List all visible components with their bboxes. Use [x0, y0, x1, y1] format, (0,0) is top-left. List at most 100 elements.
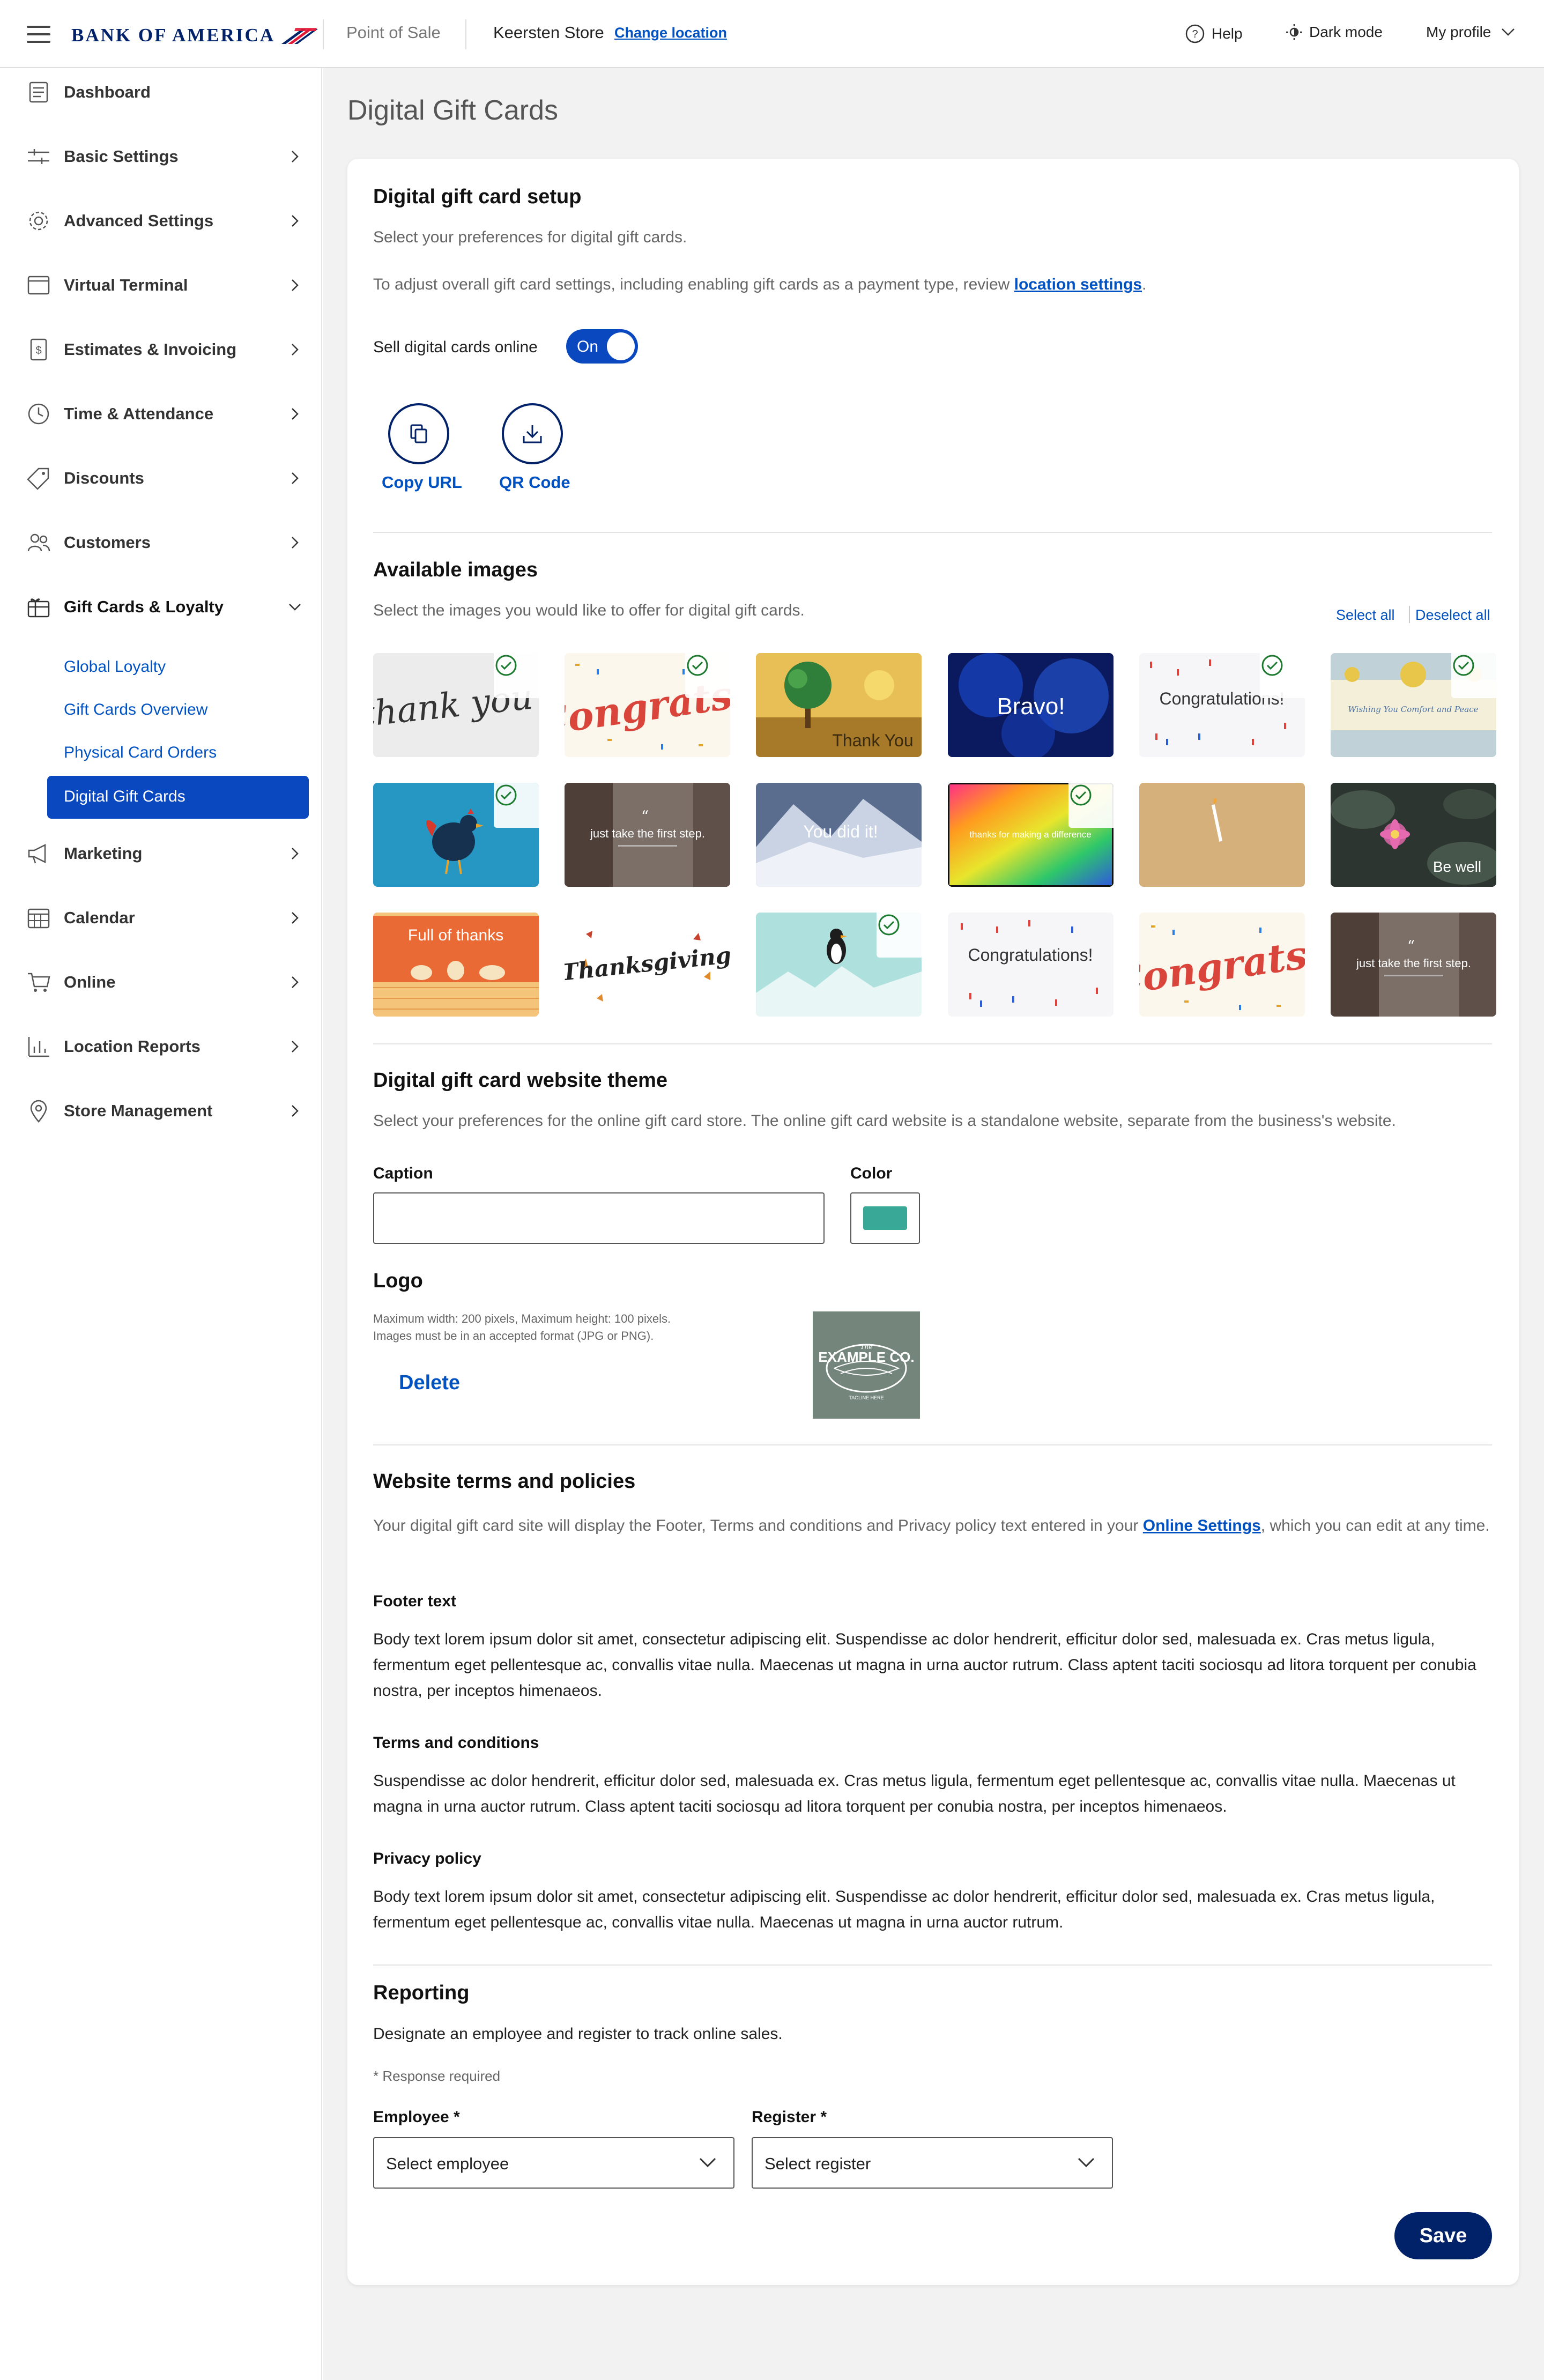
- megaphone-icon: [25, 840, 53, 868]
- location-settings-link[interactable]: location settings: [1014, 276, 1142, 293]
- chevron-down-icon: [1502, 28, 1515, 36]
- sidebar-item-calendar[interactable]: Calendar: [0, 894, 322, 942]
- change-location-link[interactable]: Change location: [614, 25, 727, 41]
- save-button[interactable]: Save: [1394, 2212, 1492, 2259]
- chevron-right-icon: [292, 1041, 299, 1052]
- sidebar-item-location-reports[interactable]: Location Reports: [0, 1022, 322, 1071]
- sidebar-item-advanced-settings[interactable]: Advanced Settings: [0, 197, 322, 245]
- logo-text-tagline: TAGLINE HERE: [849, 1395, 884, 1400]
- sidebar-item-label: Dashboard: [64, 83, 151, 101]
- qr-code-label[interactable]: QR Code: [499, 473, 570, 492]
- gift-image-tile[interactable]: Bravo!: [948, 653, 1114, 757]
- sidebar-subitem-gift-cards-overview[interactable]: Gift Cards Overview: [64, 701, 207, 719]
- employee-select[interactable]: Select employee: [373, 2137, 734, 2189]
- gift-image-tile[interactable]: Congratulations!: [1139, 653, 1305, 757]
- header-divider: [465, 19, 466, 49]
- tile-caption: Be well: [1433, 858, 1481, 875]
- sidebar-item-estimates-invoicing[interactable]: $ Estimates & Invoicing: [0, 325, 322, 374]
- sidebar-item-customers[interactable]: Customers: [0, 518, 322, 567]
- sidebar-subitem-digital-gift-cards[interactable]: Digital Gift Cards: [47, 776, 309, 819]
- sell-online-toggle[interactable]: On: [566, 329, 638, 364]
- gift-image-tile[interactable]: “ just take the first step.: [1331, 913, 1496, 1017]
- copy-url-button[interactable]: [388, 403, 449, 464]
- sidebar-item-time-attendance[interactable]: Time & Attendance: [0, 390, 322, 438]
- gift-image-tile[interactable]: thank you: [373, 653, 539, 757]
- gift-image-tile[interactable]: [756, 913, 922, 1017]
- sidebar-item-label: Location Reports: [64, 1037, 201, 1056]
- settings-card: Digital gift card setup Select your pref…: [347, 159, 1519, 2285]
- sidebar-item-virtual-terminal[interactable]: Virtual Terminal: [0, 261, 322, 309]
- employee-select-value: Select employee: [386, 2154, 509, 2173]
- gift-image-tile[interactable]: Congrats!: [565, 653, 730, 757]
- sidebar-item-label: Customers: [64, 533, 151, 552]
- chevron-right-icon: [292, 848, 299, 859]
- gift-image-tile[interactable]: “ just take the first step.: [565, 783, 730, 887]
- profile-menu[interactable]: My profile: [1426, 24, 1522, 41]
- sidebar-item-online[interactable]: Online: [0, 958, 322, 1006]
- sidebar-item-marketing[interactable]: Marketing: [0, 829, 322, 878]
- profile-label: My profile: [1426, 24, 1491, 40]
- brand-logo[interactable]: BANK OF AMERICA: [71, 25, 318, 46]
- gift-image-tile[interactable]: Wishing You Comfort and Peace: [1331, 653, 1496, 757]
- select-all-link[interactable]: Select all: [1336, 607, 1395, 624]
- link-divider: [1409, 606, 1410, 623]
- tile-caption: Bravo!: [997, 693, 1065, 720]
- section-divider: [373, 1964, 1492, 1966]
- color-picker[interactable]: [850, 1192, 920, 1244]
- sidebar-item-store-management[interactable]: Store Management: [0, 1087, 322, 1135]
- menu-icon[interactable]: [27, 26, 50, 44]
- page-title: Digital Gift Cards: [347, 95, 558, 126]
- footer-text-value: Body text lorem ipsum dolor sit amet, co…: [373, 1630, 1476, 1700]
- terminal-icon: [25, 271, 53, 299]
- sidebar-subitem-global-loyalty[interactable]: Global Loyalty: [64, 658, 166, 676]
- qr-code-button[interactable]: [502, 403, 563, 464]
- sidebar-subitem-physical-card-orders[interactable]: Physical Card Orders: [64, 744, 217, 762]
- selected-check-icon: [685, 653, 730, 698]
- logo-note-1: Maximum width: 200 pixels, Maximum heigh…: [373, 1312, 671, 1325]
- chevron-right-icon: [292, 537, 299, 548]
- deselect-all-link[interactable]: Deselect all: [1415, 607, 1490, 624]
- section-divider: [373, 532, 1492, 533]
- images-heading: Available images: [373, 559, 538, 581]
- gift-image-tile[interactable]: Thank You: [756, 653, 922, 757]
- gift-image-tile[interactable]: You did it!: [756, 783, 922, 887]
- sidebar-item-dashboard[interactable]: Dashboard: [0, 68, 322, 116]
- setup-heading: Digital gift card setup: [373, 186, 582, 208]
- caption-input[interactable]: [373, 1192, 825, 1244]
- register-select[interactable]: Select register: [752, 2137, 1113, 2189]
- chevron-right-icon: [292, 408, 299, 420]
- dark-mode-button[interactable]: Dark mode: [1286, 24, 1383, 41]
- gift-image-tile[interactable]: [373, 783, 539, 887]
- required-note: * Response required: [373, 2068, 501, 2084]
- sidebar-item-label: Estimates & Invoicing: [64, 340, 237, 359]
- tile-caption: just take the first step.: [590, 827, 705, 840]
- logo-preview: The EXAMPLE CO. TAGLINE HERE: [813, 1311, 920, 1419]
- privacy-value: Body text lorem ipsum dolor sit amet, co…: [373, 1888, 1435, 1931]
- delete-logo-button[interactable]: Delete: [399, 1371, 460, 1395]
- svg-text:“: “: [1407, 937, 1415, 955]
- gift-image-tile[interactable]: Congratulations!: [948, 913, 1114, 1017]
- sidebar-item-label: Advanced Settings: [64, 211, 214, 230]
- gift-image-tile[interactable]: Be well: [1331, 783, 1496, 887]
- brand-name: BANK OF AMERICA: [71, 25, 276, 46]
- logo-note-2: Images must be in an accepted format (JP…: [373, 1329, 654, 1343]
- sidebar-item-gift-cards-loyalty[interactable]: Gift Cards & Loyalty: [0, 583, 322, 631]
- gift-image-tile[interactable]: Congrats!: [1139, 913, 1305, 1017]
- calendar-icon: [25, 904, 53, 932]
- gift-image-tile[interactable]: Thanksgiving: [565, 913, 730, 1017]
- terms-heading: Website terms and policies: [373, 1470, 636, 1493]
- svg-text:$: $: [35, 345, 41, 357]
- chart-icon: [25, 1033, 53, 1061]
- gift-image-tile[interactable]: [1139, 783, 1305, 887]
- chevron-right-icon: [292, 344, 299, 355]
- gift-image-tile[interactable]: Full of thanks: [373, 913, 539, 1017]
- chevron-down-icon: [1078, 2157, 1095, 2168]
- sidebar-item-discounts[interactable]: Discounts: [0, 454, 322, 502]
- sidebar-item-basic-settings[interactable]: Basic Settings: [0, 132, 322, 181]
- tile-caption: just take the first step.: [1356, 957, 1471, 970]
- online-settings-link[interactable]: Online Settings: [1143, 1517, 1261, 1534]
- gift-image-tile[interactable]: thanks for making a difference: [948, 783, 1114, 887]
- copy-url-label[interactable]: Copy URL: [382, 473, 462, 492]
- footer-text-label: Footer text: [373, 1592, 457, 1610]
- help-button[interactable]: ? Help: [1185, 24, 1243, 44]
